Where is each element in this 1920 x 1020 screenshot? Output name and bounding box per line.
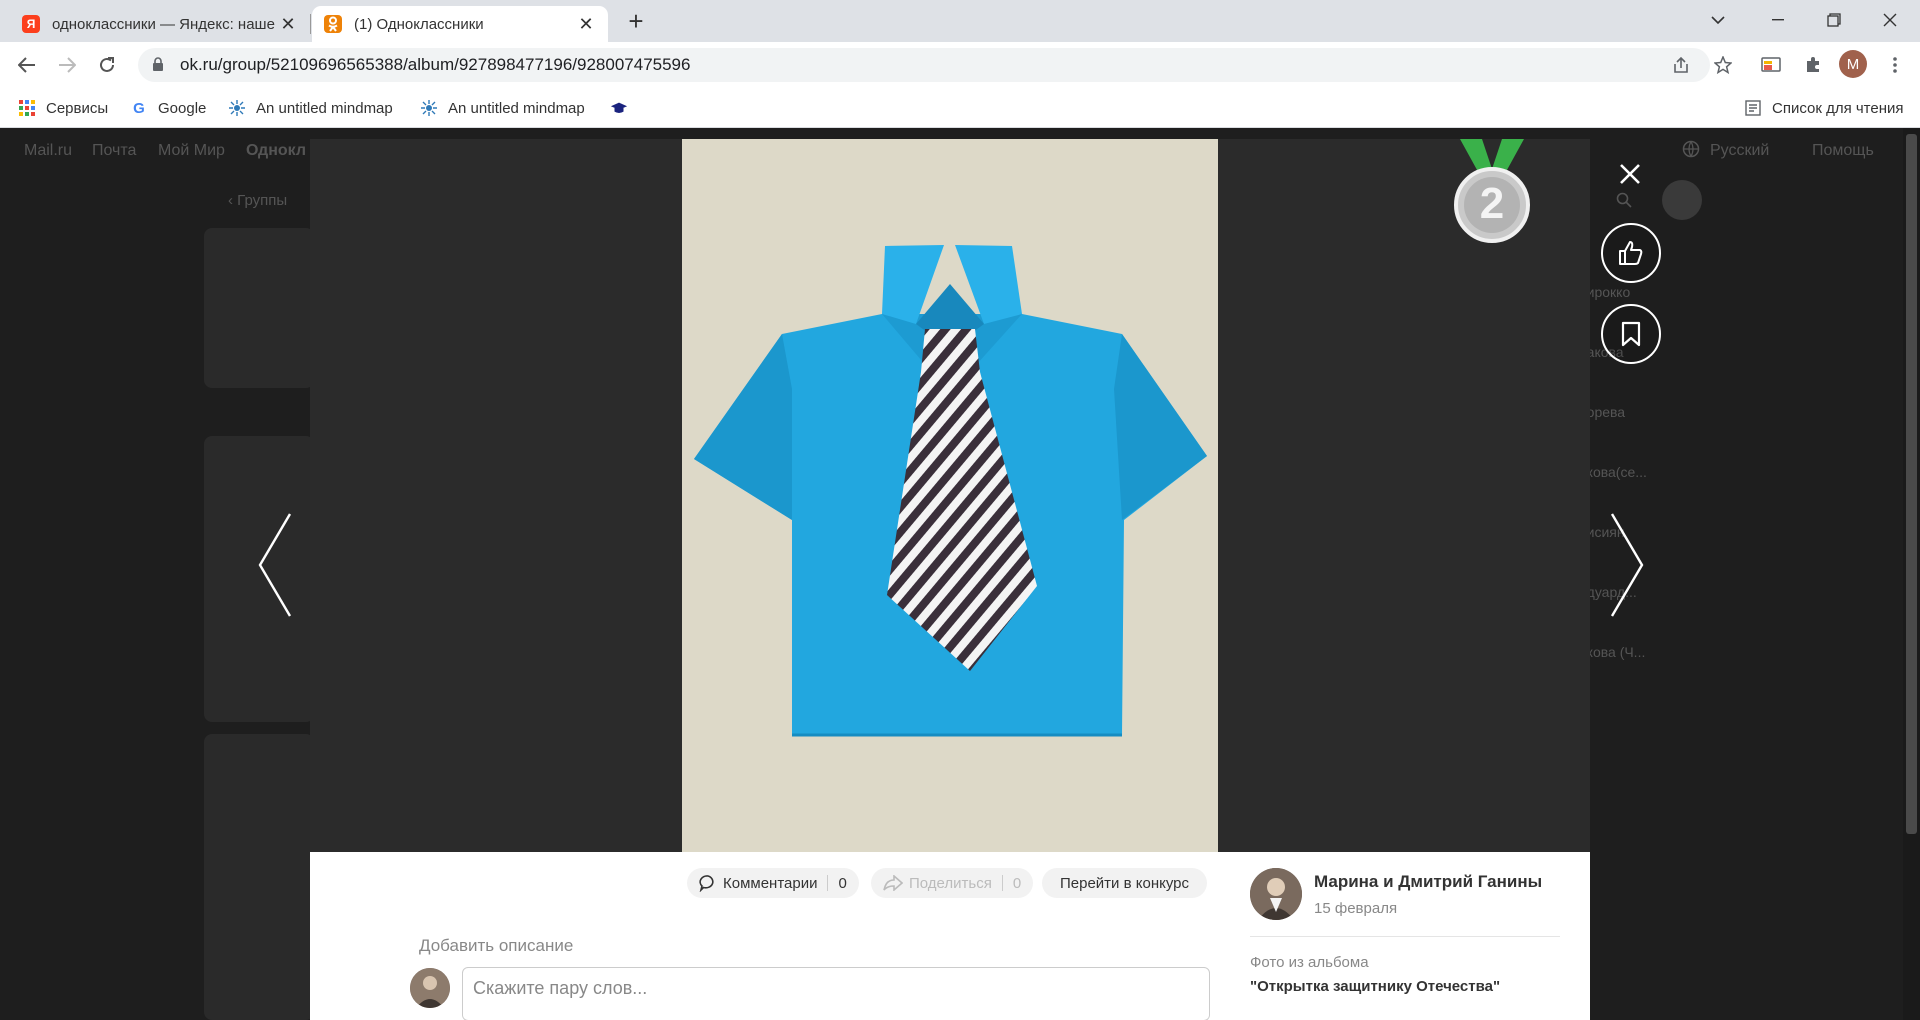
pill-separator [827,875,829,891]
photo-area [310,139,1590,852]
tab-title: (1) Одноклассники [354,15,484,33]
tab-strip: Я одноклассники — Яндекс: наше ✕ (1) Одн… [0,0,1920,42]
mindmap-icon [420,99,438,117]
search-icon[interactable] [1616,192,1632,212]
photo-shirt-card[interactable] [682,139,1218,852]
nav-myworld[interactable]: Мой Мир [158,142,225,160]
bookmark-icon [1620,321,1642,347]
yandex-favicon-icon: Я [22,15,40,33]
user-avatar[interactable] [1662,180,1702,220]
nav-mailru[interactable]: Mail.ru [24,142,72,160]
like-button[interactable] [1601,223,1661,283]
cast-icon[interactable] [1756,50,1786,80]
medal-number: 2 [1479,179,1505,228]
bookmark-button[interactable] [1601,304,1661,364]
address-bar[interactable]: ok.ru/group/52109696565388/album/9278984… [138,48,1710,82]
google-g-icon: G [133,99,145,117]
bookmark-services[interactable]: Сервисы [18,96,108,120]
help-link[interactable]: Помощь [1812,142,1874,160]
scrollbar-thumb[interactable] [1906,134,1917,834]
medal-badge: 2 [1452,139,1532,243]
pill-separator [1001,875,1003,891]
bookmark-label: Google [158,99,207,117]
bookmark-label: An untitled mindmap [448,99,585,117]
reading-list-icon [1744,99,1762,117]
apps-grid-icon [18,99,36,117]
groups-link[interactable]: ‹ Группы [228,192,287,209]
bookmark-education[interactable] [610,96,638,120]
graduation-cap-icon [610,99,628,117]
browser-chrome: Я одноклассники — Яндекс: наше ✕ (1) Одн… [0,0,1920,128]
nav-mail[interactable]: Почта [92,142,136,160]
photo-info-panel: Комментарии 0 Поделиться 0 Перейти в кон… [310,852,1590,1020]
bookmark-label: An untitled mindmap [256,99,393,117]
author-name[interactable]: Марина и Дмитрий Ганины [1314,872,1542,892]
new-tab-button[interactable]: + [622,8,650,36]
close-viewer-icon[interactable] [1610,154,1650,194]
share-count: 0 [1012,874,1022,892]
bookmark-label: Сервисы [46,99,109,117]
forward-icon[interactable] [52,50,82,80]
tab-search-icon[interactable] [1696,6,1740,34]
comments-count: 0 [838,874,847,892]
reading-list[interactable]: Список для чтения [1744,96,1904,120]
tab-title: одноклассники — Яндекс: наше [52,15,275,33]
previous-photo-arrow-icon[interactable] [254,510,298,620]
comment-input[interactable]: Скажите пару слов... [462,967,1210,1020]
share-page-icon[interactable] [1666,50,1696,80]
restore-icon[interactable] [1812,6,1856,34]
go-to-contest-button[interactable]: Перейти в конкурс [1042,868,1208,898]
extensions-puzzle-icon[interactable] [1798,50,1828,80]
close-tab-icon[interactable]: ✕ [278,14,298,35]
groups-label: Группы [237,192,288,209]
back-icon[interactable] [12,50,42,80]
photo-viewer: 2 Комментарии 0 Поделиться 0 Перейти в к… [310,139,1590,1020]
comment-bubble-icon [699,874,717,892]
comments-button[interactable]: Комментарии 0 [687,868,859,898]
tab-separator [310,14,311,34]
toolbar: ok.ru/group/52109696565388/album/9278984… [0,42,1920,88]
share-arrow-icon [883,875,903,891]
share-button[interactable]: Поделиться 0 [871,868,1034,898]
divider [1250,936,1560,937]
photo-date: 15 февраля [1314,900,1398,917]
comments-label: Комментарии [723,874,818,892]
background-post-card [204,734,314,1020]
close-window-icon[interactable] [1868,6,1912,34]
mindmap-icon [228,99,246,117]
page-scrollbar[interactable] [1903,128,1920,1020]
profile-avatar[interactable]: M [1839,50,1867,78]
menu-dots-icon[interactable] [1880,50,1910,80]
tab-yandex[interactable]: Я одноклассники — Яндекс: наше ✕ [10,6,310,42]
thumbs-up-icon [1617,239,1645,267]
share-label: Поделиться [909,874,992,892]
reading-list-label: Список для чтения [1772,99,1904,117]
nav-ok[interactable]: Однокл [246,142,306,160]
language-switch[interactable]: Русский [1710,142,1769,160]
language-globe-icon[interactable] [1682,140,1700,163]
url-text: ok.ru/group/52109696565388/album/9278984… [180,55,691,74]
album-label: Фото из альбома [1250,954,1369,971]
album-name-link[interactable]: "Открытка защитнику Отечества" [1250,978,1500,995]
next-photo-arrow-icon[interactable] [1604,510,1648,620]
contest-label: Перейти в конкурс [1060,874,1190,892]
background-post-card [204,228,314,388]
commenter-avatar [410,968,450,1008]
reload-icon[interactable] [92,50,122,80]
author-avatar[interactable] [1250,868,1302,920]
ok-favicon-icon [324,15,342,33]
bookmark-star-icon[interactable] [1708,50,1738,80]
bookmarks-bar: Сервисы G Google An untitled mindmap An … [0,88,1920,128]
lock-icon[interactable] [152,56,166,74]
page-overlay: Mail.ru Почта Мой Мир Однокл Русский Пом… [0,128,1920,1020]
close-tab-icon[interactable]: ✕ [576,14,596,35]
bookmark-google[interactable]: G Google [130,96,206,120]
minimize-icon[interactable] [1756,6,1800,34]
tab-odnoklassniki[interactable]: (1) Одноклассники ✕ [312,6,608,42]
bookmark-mindmap-1[interactable]: An untitled mindmap [228,96,393,120]
bookmark-mindmap-2[interactable]: An untitled mindmap [420,96,585,120]
add-description-link[interactable]: Добавить описание [419,936,573,956]
